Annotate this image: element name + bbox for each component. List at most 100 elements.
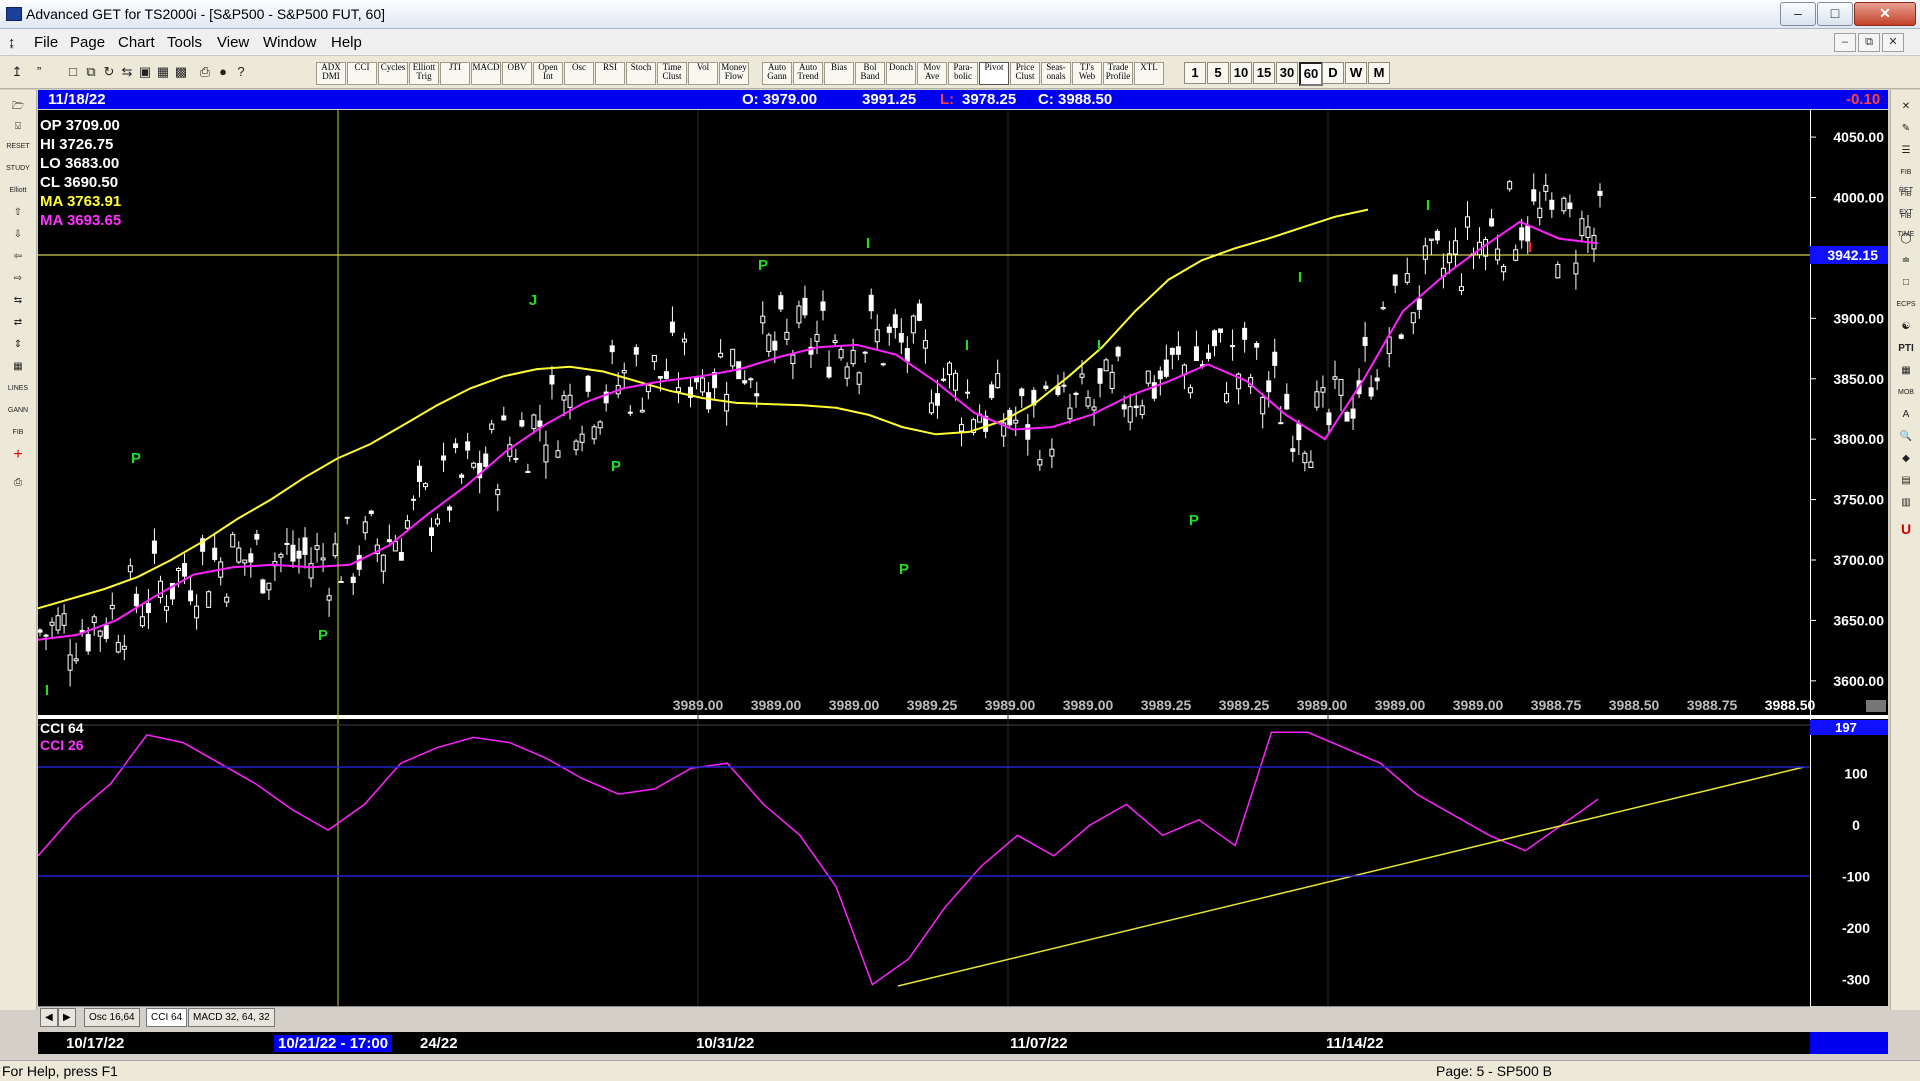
panel-divider[interactable] — [38, 715, 1888, 719]
fan-icon[interactable]: ≐ — [1895, 252, 1917, 270]
pattern-icon[interactable]: ⍌ — [6, 118, 30, 136]
study-button-xtl[interactable]: XTL — [1134, 62, 1164, 85]
period-10-button[interactable]: 10 — [1230, 62, 1252, 84]
crosshair-icon[interactable]: + — [6, 446, 30, 464]
box-icon[interactable]: □ — [1895, 274, 1917, 292]
print-icon[interactable]: ⎙ — [196, 62, 214, 82]
menu-page[interactable]: Page — [70, 34, 105, 51]
study-button-donch[interactable]: Donch — [886, 62, 916, 85]
period-30-button[interactable]: 30 — [1276, 62, 1298, 84]
expand-icon[interactable]: ⇄ — [6, 314, 30, 332]
study-button-rsi[interactable]: RSI — [595, 62, 625, 85]
study-button-osc[interactable]: Osc — [564, 62, 594, 85]
channel-icon[interactable]: ☰ — [1895, 142, 1917, 160]
study-button-cycles[interactable]: Cycles — [378, 62, 408, 85]
lines-button[interactable]: LINES — [6, 380, 30, 398]
study-button-vol[interactable]: Vol — [688, 62, 718, 85]
tab-cci[interactable]: CCI 64 — [146, 1008, 188, 1027]
study-button-bol-band[interactable]: Bol Band — [855, 62, 885, 85]
period-w-button[interactable]: W — [1345, 62, 1367, 84]
compress-icon[interactable]: ⇆ — [6, 292, 30, 310]
study-button-elliott-trig[interactable]: Elliott Trig — [409, 62, 439, 85]
bulb-icon[interactable]: ● — [214, 62, 232, 82]
close-tool-icon[interactable]: ✕ — [1895, 98, 1917, 116]
menu-tools[interactable]: Tools — [167, 34, 202, 51]
study-button-trade-profile[interactable]: Trade Profile — [1103, 62, 1133, 85]
up-arrow-icon[interactable]: ⇧ — [6, 204, 30, 222]
document-icon[interactable]: ↨ — [8, 34, 22, 50]
gann-button[interactable]: GANN — [6, 402, 30, 420]
link-icon[interactable]: ⇆ — [118, 62, 136, 82]
menu-view[interactable]: View — [217, 34, 249, 51]
vertical-scale-icon[interactable]: ⇕ — [6, 336, 30, 354]
study-button-open-int[interactable]: Open Int — [533, 62, 563, 85]
study-button-price-clust[interactable]: Price Clust — [1010, 62, 1040, 85]
menu-window[interactable]: Window — [263, 34, 316, 51]
study-button-jti[interactable]: JTI — [440, 62, 470, 85]
paint-icon[interactable]: ◆ — [1895, 450, 1917, 468]
study-button-time-clust[interactable]: Time Clust — [657, 62, 687, 85]
mdi-restore-button[interactable]: ⧉ — [1858, 33, 1880, 52]
menu-help[interactable]: Help — [331, 34, 362, 51]
scale-gadget-icon[interactable] — [1866, 700, 1886, 712]
minimize-button[interactable]: – — [1780, 2, 1816, 26]
reset-button[interactable]: RESET — [6, 138, 30, 156]
fib-ret-button[interactable]: FIB RET — [1895, 164, 1917, 194]
period-60-button[interactable]: 60 — [1299, 62, 1323, 86]
fib-ext-button[interactable]: FIB EXT — [1895, 186, 1917, 216]
copy-icon[interactable]: ⧉ — [82, 62, 100, 82]
new-page-icon[interactable]: □ — [64, 62, 82, 82]
study-button-cci[interactable]: CCI — [347, 62, 377, 85]
study-button-macd[interactable]: MACD — [471, 62, 501, 85]
period-1-button[interactable]: 1 — [1184, 62, 1206, 84]
study-button-para-bolic[interactable]: Para-bolic — [948, 62, 978, 85]
down-arrow-icon[interactable]: ⇩ — [6, 226, 30, 244]
quote-icon[interactable]: ” — [30, 62, 48, 82]
table-icon[interactable]: ▦ — [6, 358, 30, 376]
zoom-icon[interactable]: 🔍 — [1895, 428, 1917, 446]
pti-button[interactable]: PTI — [1895, 340, 1917, 358]
study-button-money-flow[interactable]: Money Flow — [719, 62, 749, 85]
cursor-icon[interactable]: ↥ — [8, 62, 26, 82]
cycle-icon[interactable]: ◯ — [1895, 230, 1917, 248]
grid-tool-icon[interactable]: ▦ — [1895, 362, 1917, 380]
period-m-button[interactable]: M — [1368, 62, 1390, 84]
period-15-button[interactable]: 15 — [1253, 62, 1275, 84]
ruler-icon[interactable]: ▤ — [1895, 472, 1917, 490]
menu-file[interactable]: File — [34, 34, 58, 51]
gann-fan-icon[interactable]: ☯ — [1895, 318, 1917, 336]
study-button-pivot[interactable]: Pivot — [979, 62, 1009, 85]
text-icon[interactable]: A — [1895, 406, 1917, 424]
refresh-icon[interactable]: ↻ — [100, 62, 118, 82]
study-button-bias[interactable]: Bias — [824, 62, 854, 85]
fib-time-button[interactable]: FIB TIME — [1895, 208, 1917, 238]
period-d-button[interactable]: D — [1322, 62, 1344, 84]
chart-area[interactable]: 4050.004000.003950.003900.003850.003800.… — [38, 110, 1888, 1030]
close-button[interactable]: ✕ — [1854, 2, 1916, 26]
right-arrow-icon[interactable]: ⇨ — [6, 270, 30, 288]
study-button-stoch[interactable]: Stoch — [626, 62, 656, 85]
ecps-button[interactable]: ECPS — [1895, 296, 1917, 314]
mob-button[interactable]: MOB — [1895, 384, 1917, 402]
fib-button[interactable]: FIB — [6, 424, 30, 442]
tab-scroll-right-icon[interactable]: ▶ — [58, 1008, 76, 1027]
help-context-icon[interactable]: ? — [232, 62, 250, 82]
print-page-icon[interactable]: ⎙ — [6, 474, 30, 492]
tab-scroll-left-icon[interactable]: ◀ — [40, 1008, 58, 1027]
notes-icon[interactable]: ▥ — [1895, 494, 1917, 512]
study-button-auto-trend[interactable]: Auto Trend — [793, 62, 823, 85]
menu-chart[interactable]: Chart — [118, 34, 155, 51]
grid-icon[interactable]: ▦ — [154, 62, 172, 82]
elliott-button[interactable]: Elliott — [6, 182, 30, 200]
tab-macd[interactable]: MACD 32, 64, 32 — [188, 1008, 275, 1027]
study-button-auto-gann[interactable]: Auto Gann — [762, 62, 792, 85]
maximize-button[interactable]: □ — [1817, 2, 1853, 26]
u-tool-icon[interactable]: U — [1895, 520, 1917, 538]
study-button-tj-s-web[interactable]: TJ's Web — [1072, 62, 1102, 85]
mdi-close-button[interactable]: ✕ — [1882, 33, 1904, 52]
mdi-minimize-button[interactable]: – — [1834, 33, 1856, 52]
left-arrow-icon[interactable]: ⇦ — [6, 248, 30, 266]
tab-osc[interactable]: Osc 16,64 — [84, 1008, 140, 1027]
study-button-adx-dmi[interactable]: ADX DMI — [316, 62, 346, 85]
pencil-icon[interactable]: ✎ — [1895, 120, 1917, 138]
